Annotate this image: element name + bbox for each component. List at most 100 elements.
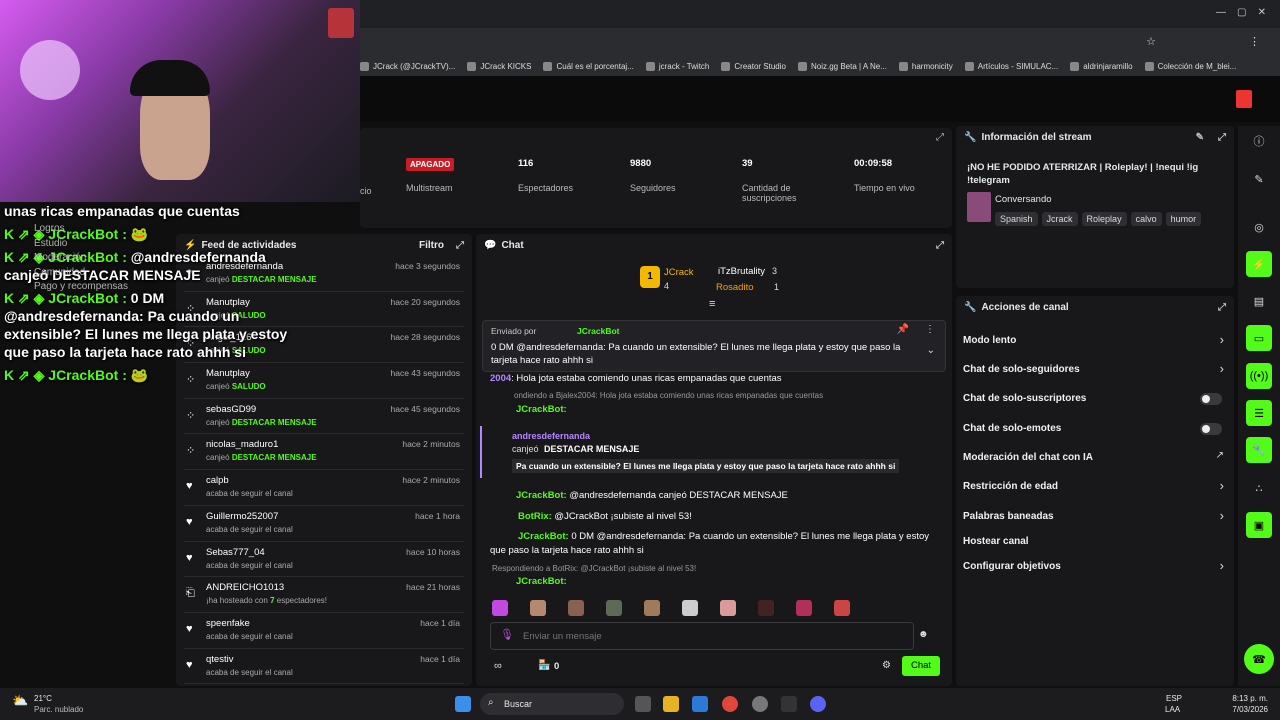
subs-only-toggle[interactable]	[1200, 393, 1222, 405]
document-icon[interactable]: ▤	[1246, 288, 1272, 314]
action-slow-mode[interactable]: Modo lento	[963, 335, 1016, 346]
search-box[interactable]: ⌕ Buscar	[480, 693, 624, 715]
menu-payments[interactable]: Pago y recompensas	[14, 274, 128, 301]
action-followers-only[interactable]: Chat de solo-seguidores	[963, 364, 1080, 375]
emote-icon[interactable]	[644, 600, 660, 616]
logo-icon[interactable]	[1236, 90, 1252, 108]
collapse-icon[interactable]: ≡	[709, 298, 715, 310]
more-icon[interactable]: ⋮	[925, 324, 935, 335]
action-emotes-only[interactable]: Chat de solo-emotes	[963, 423, 1061, 434]
feed-item[interactable]: ⎗ ANDREICHO1013 ¡ha hosteado con 7 especta…	[184, 577, 464, 613]
window-controls[interactable]: — ▢ ✕	[1216, 7, 1266, 18]
chat-user[interactable]: JCrackBot:	[518, 531, 569, 542]
community-icon[interactable]: ∴	[1246, 475, 1272, 501]
chevron-right-icon[interactable]: ›	[1220, 478, 1224, 493]
camera-icon[interactable]: ◎	[1246, 214, 1272, 240]
wrench-icon[interactable]: 🔧	[1246, 437, 1272, 463]
bookmark-item[interactable]: JCrack (@JCrackTV)...	[360, 61, 455, 71]
chevron-right-icon[interactable]: ›	[1220, 508, 1224, 523]
chat-user[interactable]: BotRix:	[518, 511, 552, 522]
bookmark-item[interactable]: Colección de M_blei...	[1144, 61, 1236, 71]
action-host[interactable]: Hostear canal	[963, 536, 1029, 547]
infinity-icon[interactable]: ∞	[494, 660, 502, 672]
app-icon[interactable]	[752, 696, 768, 712]
category-thumbnail[interactable]	[967, 192, 991, 222]
action-ai-moderation[interactable]: Moderación del chat con IA	[963, 452, 1093, 463]
address-bar[interactable]: ☆ ⋮	[360, 28, 1280, 56]
feed-user[interactable]: speenfake	[206, 618, 250, 629]
clock-date[interactable]: 7/03/2026	[1232, 705, 1268, 714]
top-chatter-name[interactable]: iTzBrutality	[718, 266, 765, 277]
feed-item[interactable]: ♥ qtestiv acaba de seguir el canal hace 1 …	[184, 649, 464, 685]
emoji-icon[interactable]: ☻	[918, 629, 929, 640]
windows-start-icon[interactable]	[455, 696, 471, 712]
store-icon[interactable]: 🏪	[538, 660, 550, 671]
feed-user[interactable]: ANDREICHO1013	[206, 582, 284, 593]
bookmark-item[interactable]: harmonicity	[898, 61, 953, 71]
layout-label[interactable]: LAA	[1165, 705, 1180, 714]
multistream-stat[interactable]: APAGADO Multistream	[406, 158, 455, 193]
broadcast-icon[interactable]: ((•))	[1246, 363, 1272, 389]
emote-icon[interactable]	[720, 600, 736, 616]
feed-user[interactable]: Sebas777_04	[206, 547, 265, 558]
file-explorer-icon[interactable]	[663, 696, 679, 712]
expand-icon[interactable]: ⤢	[936, 240, 944, 251]
bookmark-item[interactable]: Creator Studio	[721, 61, 786, 71]
terminal-icon[interactable]	[781, 696, 797, 712]
filter-button[interactable]: Filtro	[419, 240, 444, 251]
info-icon[interactable]: ⓘ	[1246, 128, 1272, 154]
emote-icon[interactable]	[796, 600, 812, 616]
microphone-icon[interactable]: 🎙	[500, 628, 514, 641]
category-name[interactable]: Conversando	[995, 194, 1052, 205]
feed-item[interactable]: ⁘ nicolas_maduro1 canjeó DESTACAR MENSAJE h…	[184, 434, 464, 471]
expand-icon[interactable]: ⤢	[456, 240, 464, 251]
chat-user[interactable]: JCrackBot:	[516, 404, 567, 415]
emote-bar[interactable]	[492, 600, 850, 616]
edit-icon[interactable]: ✎	[1196, 132, 1204, 143]
bookmark-item[interactable]: JCrack KICKS	[467, 61, 531, 71]
menu-icon[interactable]: ⋮	[1249, 35, 1260, 48]
feed-user[interactable]: qtestiv	[206, 654, 233, 665]
bookmark-item[interactable]: aldrinjaramillo	[1070, 61, 1133, 71]
support-icon[interactable]: ☎	[1244, 644, 1274, 674]
bookmark-item[interactable]: Cuál es el porcentaj...	[543, 61, 634, 71]
feed-user[interactable]: nicolas_maduro1	[206, 439, 278, 450]
emote-icon[interactable]	[758, 600, 774, 616]
emote-icon[interactable]	[530, 600, 546, 616]
game-icon[interactable]: ▣	[1246, 512, 1272, 538]
feed-item[interactable]: ⁘ sebasGD99 canjeó DESTACAR MENSAJE hace 45…	[184, 399, 464, 435]
star-icon[interactable]: ☆	[1146, 35, 1156, 48]
chat-input[interactable]	[490, 622, 914, 650]
lightning-icon[interactable]: ⚡	[1246, 251, 1272, 277]
chat-user[interactable]: JCrackBot:	[516, 490, 567, 501]
emote-icon[interactable]	[568, 600, 584, 616]
bookmark-item[interactable]: Noiz.gg Beta | A Ne...	[797, 61, 887, 71]
bookmark-item[interactable]: Artículos - SIMULAC...	[964, 61, 1058, 71]
top-chatter-name[interactable]: Rosadito	[716, 282, 754, 293]
settings-icon[interactable]: ⚙	[882, 660, 891, 671]
mail-icon[interactable]	[692, 696, 708, 712]
chevron-right-icon[interactable]: ›	[1220, 361, 1224, 376]
feed-item[interactable]: ♥ calpb acaba de seguir el canal hace 2 mi…	[184, 470, 464, 506]
feed-user[interactable]: sebasGD99	[206, 404, 256, 415]
chevron-right-icon[interactable]: ›	[1220, 332, 1224, 347]
chevron-right-icon[interactable]: ›	[1220, 558, 1224, 573]
feed-item[interactable]: ♥ speenfake acaba de seguir el canal hace …	[184, 613, 464, 649]
action-age-restriction[interactable]: Restricción de edad	[963, 481, 1058, 492]
redeem-user[interactable]: andresdefernanda	[512, 431, 590, 441]
discord-icon[interactable]	[810, 696, 826, 712]
pin-icon[interactable]: 📌	[897, 324, 909, 335]
emote-icon[interactable]	[492, 600, 508, 616]
feed-item[interactable]: ♥ Sebas777_04 acaba de seguir el canal hac…	[184, 542, 464, 578]
chrome-icon[interactable]	[722, 696, 738, 712]
bookmark-item[interactable]: jcrack - Twitch	[645, 61, 709, 71]
chat-user[interactable]: 2004	[490, 373, 511, 384]
expand-icon[interactable]: ⤢	[1218, 132, 1226, 143]
edit-icon[interactable]: ✎	[1246, 166, 1272, 192]
feed-user[interactable]: calpb	[206, 475, 229, 486]
weather-icon[interactable]: ⛅	[12, 693, 28, 709]
chat-user[interactable]: JCrackBot:	[516, 576, 567, 587]
chat-icon[interactable]: ▭	[1246, 325, 1272, 351]
list-icon[interactable]: ☰	[1246, 400, 1272, 426]
pinned-message[interactable]: Enviado por JCrackBot 📌 ⋮ 0 DM @andresde…	[482, 320, 946, 372]
